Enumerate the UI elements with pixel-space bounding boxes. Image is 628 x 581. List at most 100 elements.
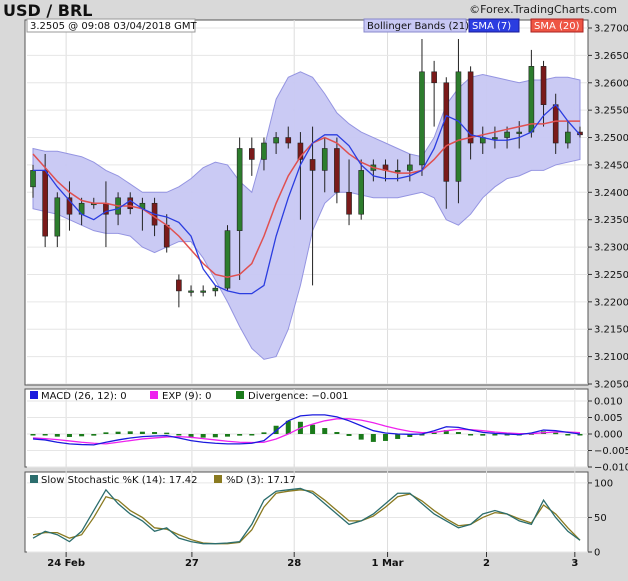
x-tick-label: 28 [287,558,301,569]
divergence-bar [30,434,36,436]
divergence-bar [480,434,486,436]
candle-body [504,131,510,138]
y-tick-label: −0.005 [594,446,628,457]
divergence-bar [212,434,218,438]
divergence-bar [249,434,255,436]
candle-body [419,71,425,166]
divergence-bar [383,434,389,441]
divergence-bar [322,428,328,434]
x-axis: 24 Feb 27 28 1 Mar 2 3 [47,552,578,569]
divergence-bar [224,434,230,437]
candle-body [528,66,535,133]
divergence-bar [42,434,48,436]
divergence-bar [237,434,243,436]
y-tick-label: 3.2450 [594,160,628,171]
stoch-d-legend-swatch [214,475,222,483]
stoch-d-legend-label: %D (3): 17.17 [226,475,296,486]
candle-body [261,142,267,160]
price-y-axis: 3.2700 3.2650 3.2600 3.2550 3.2500 3.2450 3.24… [588,24,628,391]
candle-body [407,164,413,171]
candle-body [236,148,243,231]
divergence-bar [370,434,376,442]
candle-body [443,82,450,182]
y-tick-label: 3.2350 [594,215,628,226]
y-tick-label: 3.2700 [594,24,628,35]
candle-body [334,148,340,193]
y-tick-label: 0.000 [594,430,623,441]
y-tick-label: 3.2600 [594,78,628,89]
candle-body [492,137,498,140]
candle-body [431,71,437,84]
y-tick-label: 3.2400 [594,188,628,199]
divergence-bar [91,434,97,436]
candle-body [163,224,170,248]
divergence-bar [139,431,145,434]
candle-body [30,170,36,188]
candle-body [188,290,194,293]
y-tick-label: 3.2550 [594,106,628,117]
divergence-bar [310,424,316,434]
y-tick-label: 3.2100 [594,352,628,363]
divergence-legend-label: Divergence: −0.001 [248,391,349,402]
y-tick-label: 3.2050 [594,380,628,391]
divergence-bar [565,434,571,436]
y-tick-label: 0 [594,548,600,559]
candle-body [565,131,571,144]
stoch-k-legend-label: Slow Stochastic %K (14): 17.42 [41,475,197,486]
candle-body [54,197,61,237]
divergence-bar [103,432,109,434]
divergence-bar [79,434,85,437]
legend-sma20-label: SMA (20) [534,21,580,32]
divergence-bar [468,434,474,436]
candle-body [212,287,219,292]
candle-body [516,131,523,134]
candle-body [224,230,231,289]
divergence-bar [54,434,60,437]
y-tick-label: 3.2150 [594,325,628,336]
exp-legend-swatch [150,391,158,399]
candle-body [346,192,352,215]
stoch-k-legend-swatch [30,475,38,483]
stochastic-y-axis: 100 50 0 [588,478,613,559]
candle-body [358,170,365,215]
divergence-bar [492,434,498,436]
candle-body [285,137,292,144]
candle-body [552,104,559,144]
quote-text: 3.2505 @ 09:08 03/04/2018 GMT [30,21,198,32]
candle-body [394,170,401,173]
y-tick-label: 100 [594,478,613,489]
candle-body [540,66,547,105]
divergence-bar [127,431,133,434]
candle-body [176,279,182,292]
macd-legend-swatch [30,391,38,399]
divergence-bar [334,432,340,434]
divergence-bar [66,434,72,437]
divergence-bar [115,431,121,434]
x-tick-label: 2 [483,558,490,569]
divergence-bar [455,432,461,434]
x-tick-label: 3 [571,558,578,569]
x-tick-label: 24 Feb [47,558,85,569]
y-tick-label: 3.2200 [594,297,628,308]
candle-body [249,148,255,160]
divergence-bar [553,432,559,435]
divergence-bar [152,432,158,434]
candle-body [273,137,279,144]
candle [224,225,231,291]
chart-canvas: 3.2700 3.2650 3.2600 3.2550 3.2500 3.2450 3.24… [24,18,628,569]
macd-legend-label: MACD (26, 12): 0 [41,391,127,402]
y-tick-label: 3.2650 [594,51,628,62]
x-tick-label: 1 Mar [372,558,404,569]
y-tick-label: −0.010 [594,463,628,474]
divergence-bar [395,434,401,439]
y-tick-label: 0.005 [594,413,623,424]
divergence-bar [200,434,206,438]
legend-sma7-label: SMA (7) [472,21,511,32]
candle-body [200,290,206,293]
y-tick-label: 3.2300 [594,243,628,254]
divergence-legend-swatch [236,391,244,399]
y-tick-label: 0.010 [594,397,623,408]
x-tick-label: 27 [185,558,199,569]
divergence-bar [164,432,170,435]
divergence-bar [261,432,267,434]
